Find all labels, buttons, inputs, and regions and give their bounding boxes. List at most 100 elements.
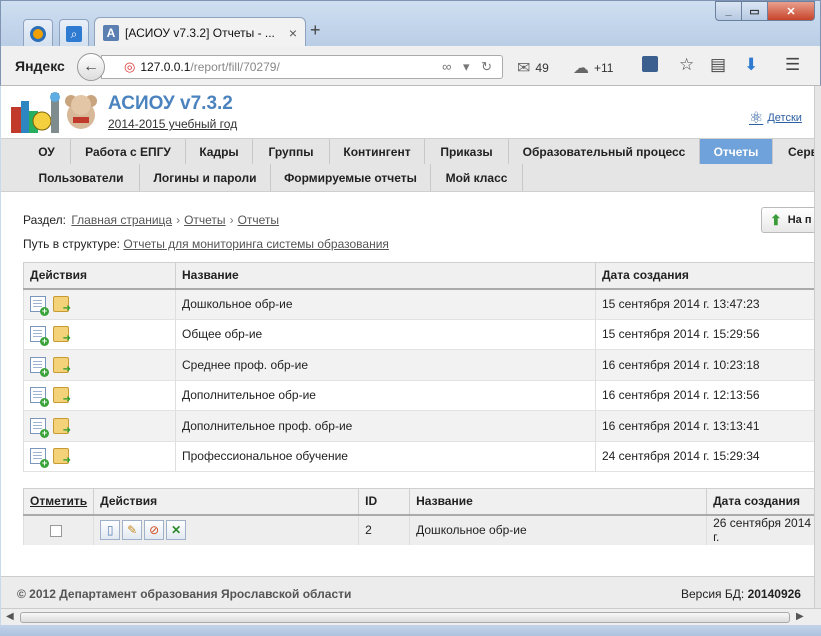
asiou-favicon-icon: A xyxy=(103,25,119,41)
reports-table: Действия Название Дата создания Дошкольн… xyxy=(23,262,814,472)
back-arrow-icon: ← xyxy=(83,58,99,75)
window-close-button[interactable]: ✕ xyxy=(767,1,815,21)
menu-item-prikazy[interactable]: Приказы xyxy=(425,139,509,164)
col-mark[interactable]: Отметить xyxy=(22,488,95,516)
col-id[interactable]: ID xyxy=(358,488,411,516)
date-cell: 24 сентября 2014 г. 15:29:34 xyxy=(595,441,814,472)
site-footer: © 2012 Департамент образования Ярославск… xyxy=(1,576,814,608)
create-report-icon[interactable] xyxy=(30,387,49,408)
table-row: Дополнительное проф. обр-ие16 сентября 2… xyxy=(23,410,814,442)
weather-widget[interactable]: ☁ +11 xyxy=(573,58,613,78)
scrollbar-thumb[interactable] xyxy=(20,612,790,623)
network-icon: ⚛ xyxy=(749,110,764,127)
date-cell: 16 сентября 2014 г. 10:23:18 xyxy=(595,349,814,381)
up-button[interactable]: ⬆ На п xyxy=(761,207,814,233)
url-text: 127.0.0.1/report/fill/70279/ xyxy=(140,60,279,74)
reader-and-reload-icons[interactable]: ∞ ▾ ↻ xyxy=(442,59,496,75)
open-folder-icon[interactable] xyxy=(53,417,71,436)
pinned-tab-1[interactable] xyxy=(23,19,53,47)
name-cell: Дополнительное проф. обр-ие xyxy=(175,410,596,442)
menu-item-my-class[interactable]: Мой класс xyxy=(431,164,523,191)
edit-report-button[interactable]: ✎ xyxy=(122,520,143,540)
address-bar[interactable]: ◎ 127.0.0.1/report/fill/70279/ ∞ ▾ ↻ xyxy=(101,55,503,79)
menu-item-gruppy[interactable]: Группы xyxy=(253,139,330,164)
col-actions[interactable]: Действия xyxy=(23,262,176,290)
excel-icon: ✕ xyxy=(171,523,182,537)
window-maximize-button[interactable]: ▭ xyxy=(741,1,768,21)
app-icon xyxy=(30,25,46,42)
right-header-link[interactable]: ⚛ Детски xyxy=(749,108,802,128)
col-date[interactable]: Дата создания xyxy=(595,262,814,290)
scroll-right-arrow-icon[interactable]: ▶ xyxy=(796,611,804,622)
menu-item-obr-process[interactable]: Образовательный процесс xyxy=(509,139,700,164)
back-button[interactable]: ← xyxy=(77,53,105,81)
site-security-icon[interactable]: ◎ xyxy=(124,59,135,75)
col-date-2[interactable]: Дата создания xyxy=(706,488,814,516)
logo-books-bear-icon xyxy=(11,92,97,133)
menu-item-kadry[interactable]: Кадры xyxy=(186,139,253,164)
menu-item-generated-reports[interactable]: Формируемые отчеты xyxy=(271,164,431,191)
extension-icon[interactable] xyxy=(642,56,658,72)
col-name[interactable]: Название xyxy=(175,262,596,290)
horizontal-scrollbar[interactable]: ◀ ▶ xyxy=(1,608,821,625)
actions-cell xyxy=(23,380,176,411)
open-folder-icon[interactable] xyxy=(53,356,71,375)
browser-tab-bar: ⌕ A [АСИОУ v7.3.2] Отчеты - ... × + _ ▭ … xyxy=(0,0,821,48)
menu-item-otchety[interactable]: Отчеты xyxy=(700,139,773,164)
menu-item-service[interactable]: Серв xyxy=(773,139,814,164)
vertical-scrollbar[interactable] xyxy=(814,86,821,608)
create-report-icon[interactable] xyxy=(30,417,49,438)
name-cell: Общее обр-ие xyxy=(175,319,596,350)
new-tab-button[interactable]: + xyxy=(310,20,321,41)
mail-widget[interactable]: ✉ 49 xyxy=(517,58,549,78)
yandex-brand: Яндекс xyxy=(15,58,65,74)
create-report-icon[interactable] xyxy=(30,356,49,377)
tab-close-icon[interactable]: × xyxy=(289,25,297,41)
breadcrumb-reports[interactable]: Отчеты xyxy=(184,213,225,227)
scroll-left-arrow-icon[interactable]: ◀ xyxy=(6,611,14,622)
actions-cell xyxy=(23,349,176,381)
mark-cell xyxy=(22,514,94,545)
open-folder-icon[interactable] xyxy=(53,387,71,405)
open-folder-icon[interactable] xyxy=(53,326,71,344)
delete-report-button[interactable]: ⊘ xyxy=(144,520,165,540)
url-host: 127.0.0.1 xyxy=(140,60,191,74)
export-excel-button[interactable]: ✕ xyxy=(166,520,187,540)
create-report-icon[interactable] xyxy=(30,448,49,469)
downloads-icon[interactable]: ⬇ xyxy=(744,55,758,75)
open-folder-icon[interactable] xyxy=(53,448,71,466)
search-icon: ⌕ xyxy=(66,25,82,42)
yandex-logo[interactable]: Яндекс xyxy=(15,58,65,74)
pinned-tab-search[interactable]: ⌕ xyxy=(59,19,89,47)
menu-item-users[interactable]: Пользователи xyxy=(23,164,140,191)
menu-item-kontingent[interactable]: Контингент xyxy=(330,139,425,164)
table-row: ▯ ✎ ⊘ ✕ 2 Дошкольное обр-ие 26 сентября 201… xyxy=(22,514,814,545)
col-name-2[interactable]: Название xyxy=(409,488,708,516)
structure-path-link[interactable]: Отчеты для мониторинга системы образован… xyxy=(123,237,389,251)
school-year-link[interactable]: 2014-2015 учебный год xyxy=(108,117,237,131)
create-report-icon[interactable] xyxy=(30,296,49,316)
db-version-label: Версия БД: xyxy=(681,587,745,601)
menu-item-ou[interactable]: ОУ xyxy=(23,139,71,164)
col-actions-2[interactable]: Действия xyxy=(93,488,360,516)
row-checkbox[interactable] xyxy=(50,524,62,537)
actions-cell: ▯ ✎ ⊘ ✕ xyxy=(93,514,359,545)
generated-reports-table: Отметить Действия ID Название Дата созда… xyxy=(22,488,814,545)
view-report-button[interactable]: ▯ xyxy=(100,520,121,540)
menu-icon[interactable]: ☰ xyxy=(785,55,800,75)
bookmark-star-icon[interactable]: ☆ xyxy=(679,55,694,75)
mail-count: 49 xyxy=(535,61,549,75)
menu-item-logins[interactable]: Логины и пароли xyxy=(140,164,271,191)
reading-list-icon[interactable]: ▤ xyxy=(710,55,726,75)
edit-pencil-icon: ✎ xyxy=(127,523,138,537)
open-folder-icon[interactable] xyxy=(53,296,71,314)
footer-copyright: © 2012 Департамент образования Ярославск… xyxy=(17,587,352,601)
breadcrumb-reports-current[interactable]: Отчеты xyxy=(238,213,279,227)
app-title: АСИОУ v7.3.2 xyxy=(108,93,233,114)
table-row: Среднее проф. обр-ие16 сентября 2014 г. … xyxy=(23,349,814,381)
create-report-icon[interactable] xyxy=(30,326,49,347)
menu-item-epgu[interactable]: Работа с ЕПГУ xyxy=(71,139,186,164)
browser-tab-active[interactable]: A [АСИОУ v7.3.2] Отчеты - ... × xyxy=(94,17,306,48)
breadcrumb-home[interactable]: Главная страница xyxy=(71,213,172,227)
window-minimize-button[interactable]: _ xyxy=(715,1,742,21)
